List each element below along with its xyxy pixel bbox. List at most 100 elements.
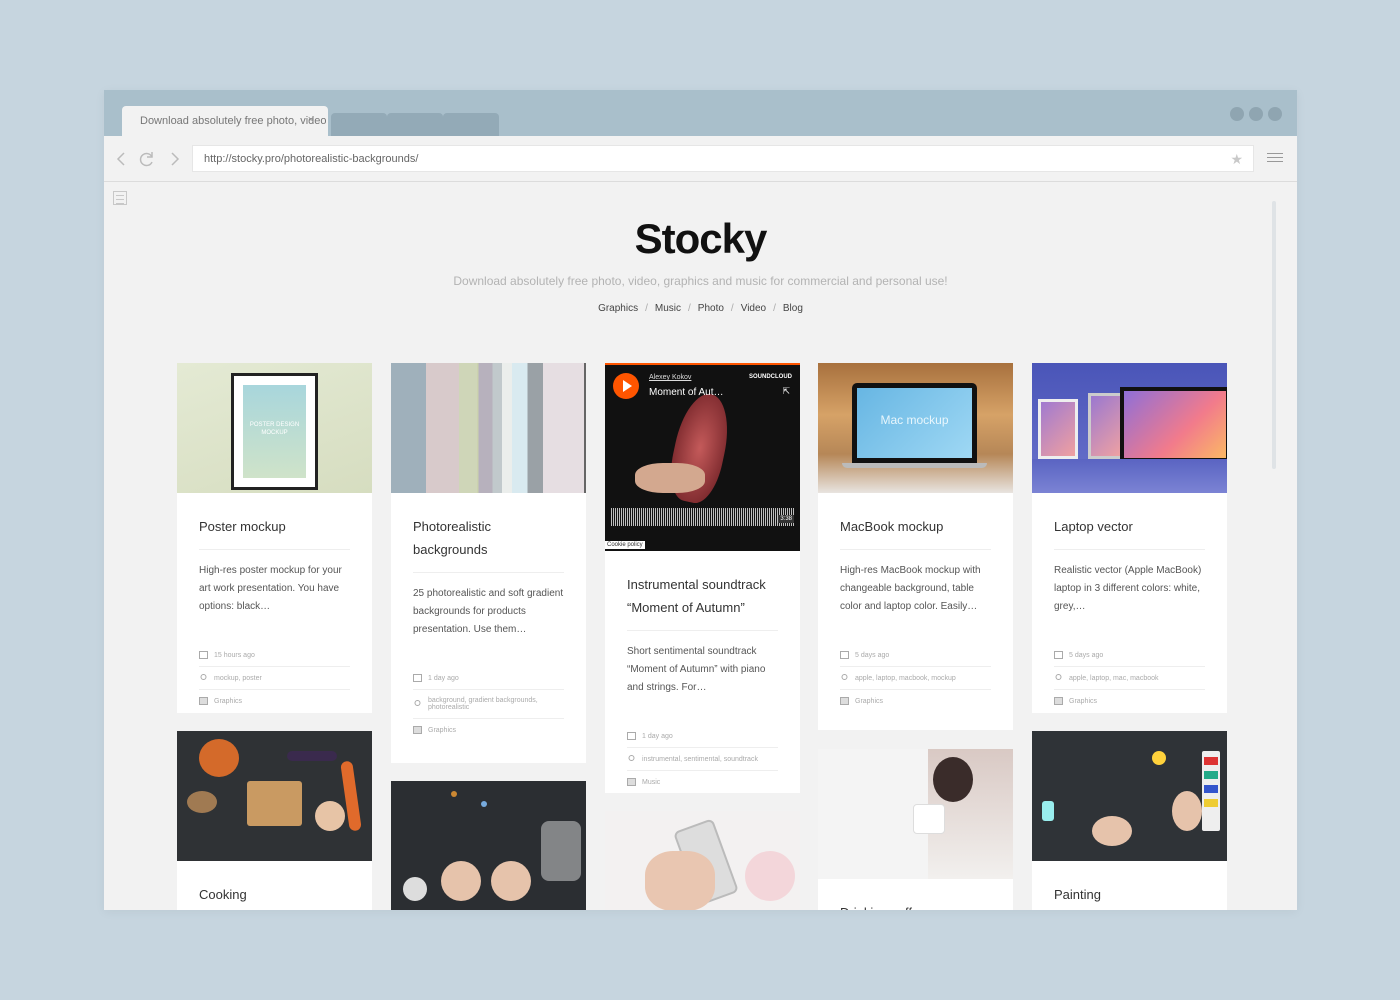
card-laptop-vector[interactable]: Laptop vector Realistic vector (Apple Ma… bbox=[1032, 363, 1227, 713]
nav-separator: / bbox=[645, 303, 648, 314]
site-tagline: Download absolutely free photo, video, g… bbox=[453, 274, 948, 288]
card-macbook-mockup[interactable]: Mac mockup MacBook mockup High-res MacBo… bbox=[818, 363, 1013, 730]
card-tags[interactable]: apple, laptop, macbook, mockup bbox=[855, 675, 956, 682]
player-artist[interactable]: Alexey Kokov bbox=[649, 374, 691, 381]
play-button[interactable] bbox=[613, 373, 639, 399]
tab-inactive-2[interactable] bbox=[387, 113, 443, 136]
card-phone[interactable] bbox=[605, 811, 800, 910]
tab-active[interactable]: Download absolutely free photo, video × bbox=[122, 106, 328, 136]
card-title[interactable]: Painting bbox=[1054, 861, 1205, 910]
category-icon bbox=[199, 697, 208, 705]
card-sewing[interactable] bbox=[391, 781, 586, 910]
reload-icon[interactable] bbox=[137, 149, 157, 169]
cookie-policy-link[interactable]: Cookie policy bbox=[605, 541, 645, 549]
mac-screen-text: Mac mockup bbox=[857, 388, 972, 458]
url-text: http://stocky.pro/photorealistic-backgro… bbox=[204, 153, 419, 165]
card-tags[interactable]: mockup, poster bbox=[214, 675, 262, 682]
card-title[interactable]: Instrumental soundtrack “Moment of Autum… bbox=[627, 551, 778, 631]
category-icon bbox=[413, 726, 422, 734]
calendar-icon bbox=[840, 651, 849, 659]
card-description: Realistic vector (Apple MacBook) laptop … bbox=[1054, 565, 1202, 612]
card-instrumental-soundtrack[interactable]: Alexey Kokov Moment of Aut… SOUNDCLOUD ⇱… bbox=[605, 363, 800, 793]
soundcloud-brand[interactable]: SOUNDCLOUD bbox=[749, 374, 792, 380]
card-drinking-coffee[interactable]: Drinking coffee bbox=[818, 749, 1013, 910]
calendar-icon bbox=[199, 651, 208, 659]
card-title[interactable]: MacBook mockup bbox=[840, 493, 991, 550]
window-dot-3[interactable] bbox=[1268, 107, 1282, 121]
tab-title: Download absolutely free photo, video bbox=[140, 115, 327, 127]
browser-menu-icon[interactable] bbox=[1267, 153, 1283, 165]
card-image[interactable] bbox=[1032, 363, 1227, 493]
window-dot-2[interactable] bbox=[1249, 107, 1263, 121]
card-category[interactable]: Graphics bbox=[214, 698, 242, 705]
card-tags[interactable]: apple, laptop, mac, macbook bbox=[1069, 675, 1159, 682]
card-category[interactable]: Graphics bbox=[428, 727, 456, 734]
category-icon bbox=[840, 697, 849, 705]
calendar-icon bbox=[1054, 651, 1063, 659]
browser-toolbar: http://stocky.pro/photorealistic-backgro… bbox=[104, 136, 1297, 182]
card-description: 25 photorealistic and soft gradient back… bbox=[413, 588, 564, 635]
card-image[interactable]: POSTER DESIGN MOCKUP bbox=[177, 363, 372, 493]
card-painting[interactable]: Painting bbox=[1032, 731, 1227, 910]
card-description: High-res MacBook mockup with changeable … bbox=[840, 565, 981, 612]
tag-pin-icon bbox=[200, 674, 207, 680]
poster-text: POSTER DESIGN bbox=[249, 422, 300, 428]
window-dot-1[interactable] bbox=[1230, 107, 1244, 121]
card-image[interactable] bbox=[818, 749, 1013, 879]
forward-icon[interactable] bbox=[164, 149, 184, 169]
site-title[interactable]: Stocky bbox=[104, 215, 1297, 263]
card-title[interactable]: Drinking coffee bbox=[840, 879, 991, 910]
card-image[interactable]: Mac mockup bbox=[818, 363, 1013, 493]
card-category[interactable]: Graphics bbox=[855, 698, 883, 705]
bookmark-star-icon[interactable]: ★ bbox=[1230, 151, 1243, 168]
tab-close-icon[interactable]: × bbox=[308, 114, 314, 126]
card-time: 1 day ago bbox=[642, 732, 673, 740]
card-image[interactable] bbox=[1032, 731, 1227, 861]
card-category[interactable]: Graphics bbox=[1069, 698, 1097, 705]
waveform[interactable] bbox=[611, 508, 794, 526]
category-icon bbox=[1054, 697, 1063, 705]
sidebar-toggle-icon[interactable] bbox=[113, 191, 127, 205]
page-content: Stocky Download absolutely free photo, v… bbox=[104, 183, 1297, 910]
card-cooking[interactable]: Cooking bbox=[177, 731, 372, 910]
card-description: Short sentimental soundtrack “Moment of … bbox=[627, 646, 766, 693]
player-duration: 3:38 bbox=[778, 515, 794, 523]
card-photorealistic-backgrounds[interactable]: Photorealistic backgrounds 25 photoreali… bbox=[391, 363, 586, 763]
card-tags[interactable]: background, gradient backgrounds, photor… bbox=[428, 697, 564, 711]
nav-music[interactable]: Music bbox=[655, 303, 681, 314]
nav-blog[interactable]: Blog bbox=[783, 303, 803, 314]
card-category[interactable]: Music bbox=[642, 779, 660, 786]
card-title[interactable]: Photorealistic backgrounds bbox=[413, 493, 564, 573]
share-icon[interactable]: ⇱ bbox=[782, 386, 790, 397]
tab-inactive-1[interactable] bbox=[331, 113, 387, 136]
nav-graphics[interactable]: Graphics bbox=[598, 303, 638, 314]
tag-pin-icon bbox=[414, 700, 421, 706]
card-image[interactable] bbox=[605, 811, 800, 910]
card-image[interactable] bbox=[391, 781, 586, 910]
card-title[interactable]: Poster mockup bbox=[199, 493, 350, 550]
soundcloud-player[interactable]: Alexey Kokov Moment of Aut… SOUNDCLOUD ⇱… bbox=[605, 363, 800, 551]
tag-pin-icon bbox=[628, 755, 635, 761]
card-time: 15 hours ago bbox=[214, 651, 255, 659]
player-track[interactable]: Moment of Aut… bbox=[649, 387, 723, 398]
nav-photo[interactable]: Photo bbox=[698, 303, 724, 314]
tab-inactive-3[interactable] bbox=[443, 113, 499, 136]
card-time: 1 day ago bbox=[428, 674, 459, 682]
category-nav: Graphics / Music / Photo / Video / Blog bbox=[104, 303, 1297, 314]
card-tags[interactable]: instrumental, sentimental, soundtrack bbox=[642, 756, 758, 763]
card-description: High-res poster mockup for your art work… bbox=[199, 565, 342, 612]
nav-video[interactable]: Video bbox=[741, 303, 766, 314]
address-bar[interactable]: http://stocky.pro/photorealistic-backgro… bbox=[192, 145, 1254, 172]
nav-separator: / bbox=[688, 303, 691, 314]
poster-text: MOCKUP bbox=[261, 430, 288, 436]
card-title[interactable]: Laptop vector bbox=[1054, 493, 1205, 550]
card-image[interactable] bbox=[177, 731, 372, 861]
card-poster-mockup[interactable]: POSTER DESIGN MOCKUP Poster mockup High-… bbox=[177, 363, 372, 713]
tab-bar: Download absolutely free photo, video × bbox=[104, 90, 1297, 136]
card-time: 5 days ago bbox=[855, 651, 890, 659]
card-time: 5 days ago bbox=[1069, 651, 1104, 659]
back-icon[interactable] bbox=[112, 149, 132, 169]
category-icon bbox=[627, 778, 636, 786]
card-title[interactable]: Cooking bbox=[199, 861, 350, 910]
card-image[interactable] bbox=[391, 363, 586, 493]
